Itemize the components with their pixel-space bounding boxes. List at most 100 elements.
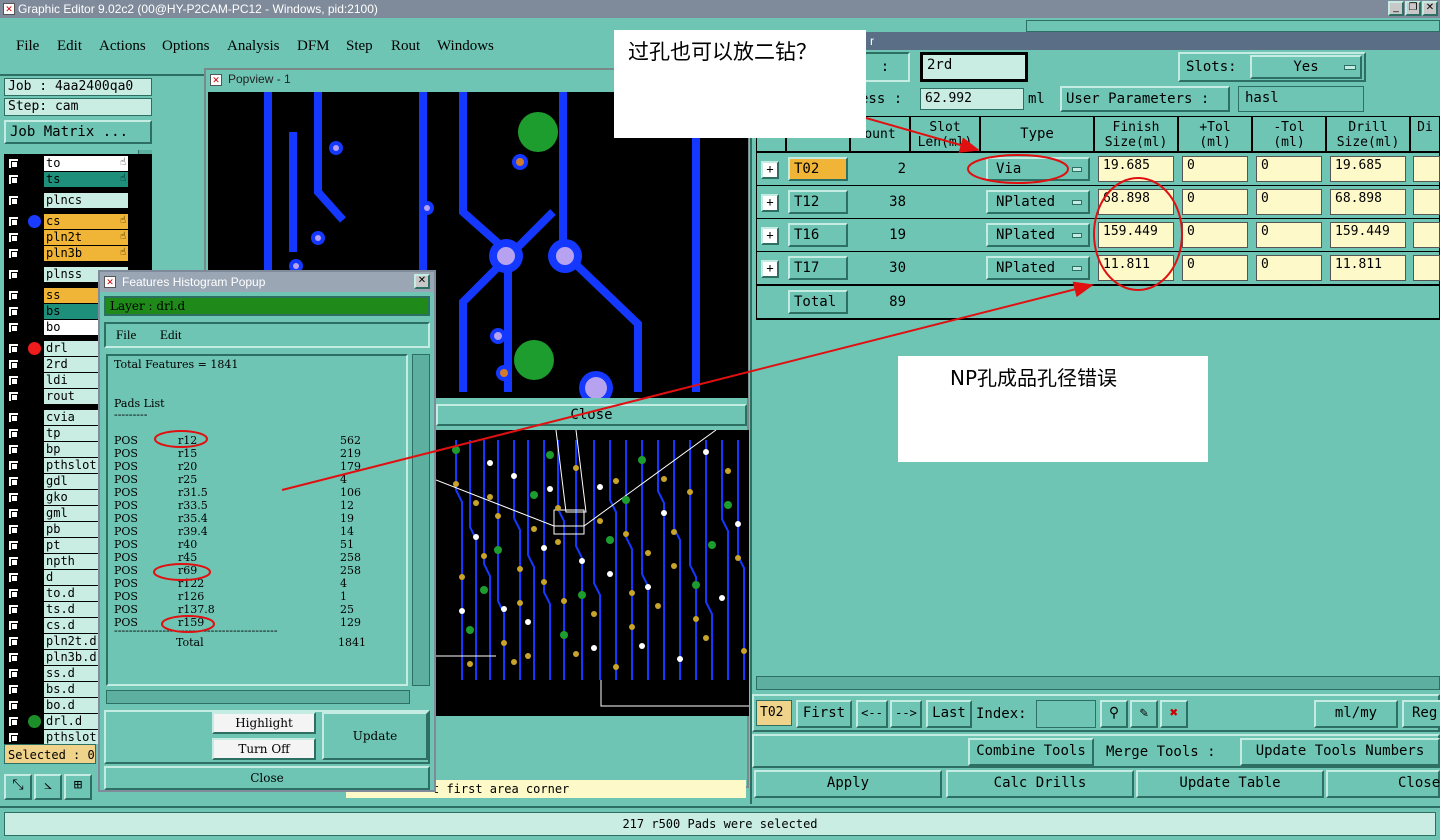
extra-column-input[interactable] [1413, 189, 1440, 215]
menu-dfm[interactable]: DFM [297, 38, 330, 55]
layer-checkbox[interactable] [8, 476, 19, 487]
plus-tol-input[interactable]: 0 [1182, 222, 1248, 248]
layer-name[interactable]: pln2t ☝ [44, 230, 128, 245]
layer-checkbox[interactable] [8, 556, 19, 567]
grid-tool-button[interactable]: ⊞ [64, 774, 92, 800]
layer-checkbox[interactable] [8, 343, 19, 354]
job-matrix-button[interactable]: Job Matrix ... [4, 120, 152, 144]
edit-tool-button[interactable]: ✎ [1130, 700, 1158, 728]
layer-checkbox[interactable] [8, 158, 19, 169]
menu-options[interactable]: Options [162, 38, 210, 55]
row-select-icon[interactable]: + [761, 260, 779, 278]
first-button[interactable]: First [796, 700, 852, 728]
layer-checkbox[interactable] [8, 359, 19, 370]
drill-size-input[interactable]: 11.811 [1330, 255, 1406, 281]
layer-checkbox[interactable] [8, 306, 19, 317]
drill-close-button[interactable]: Close [1326, 770, 1440, 798]
layer-checkbox[interactable] [8, 391, 19, 402]
reg-button[interactable]: Reg [1402, 700, 1440, 728]
layer-row[interactable]: plncs [4, 193, 152, 208]
layer-checkbox[interactable] [8, 636, 19, 647]
finish-size-input[interactable]: 159.449 [1098, 222, 1174, 248]
overview-canvas[interactable] [436, 430, 749, 716]
layer-checkbox[interactable] [8, 290, 19, 301]
layer-row[interactable]: to ☝ [4, 156, 152, 171]
turn-off-button[interactable]: Turn Off [212, 738, 316, 760]
layer-checkbox[interactable] [8, 174, 19, 185]
drill-size-input[interactable]: 68.898 [1330, 189, 1406, 215]
layer-checkbox[interactable] [8, 460, 19, 471]
layer-row[interactable]: pln2t ☝ [4, 230, 152, 245]
highlight-button[interactable]: Highlight [212, 712, 316, 734]
layer-checkbox[interactable] [8, 248, 19, 259]
layer-checkbox[interactable] [8, 524, 19, 535]
menu-file[interactable]: File [16, 38, 39, 55]
minus-tol-input[interactable]: 0 [1256, 189, 1322, 215]
minus-tol-input[interactable]: 0 [1256, 222, 1322, 248]
histogram-horizontal-scrollbar[interactable] [106, 690, 410, 704]
minus-tol-input[interactable]: 0 [1256, 156, 1322, 182]
histogram-text-area[interactable]: Total Features = 1841 Pads List --------… [106, 354, 408, 686]
histogram-close-icon[interactable]: ✕ [414, 274, 430, 289]
finish-size-input[interactable]: 11.811 [1098, 255, 1174, 281]
popview-close-button[interactable]: Close [436, 404, 747, 426]
minus-tol-input[interactable]: 0 [1256, 255, 1322, 281]
next-button[interactable]: --> [890, 700, 922, 728]
menu-windows[interactable]: Windows [437, 38, 494, 55]
layer-name[interactable]: plncs [44, 193, 128, 208]
layer-checkbox[interactable] [8, 232, 19, 243]
layer-checkbox[interactable] [8, 508, 19, 519]
type-dropdown[interactable]: Via [986, 157, 1090, 181]
menu-edit[interactable]: Edit [57, 38, 82, 55]
layer-row[interactable]: pln3b ☝ [4, 246, 152, 261]
layer-row[interactable]: cs ☝ [4, 214, 152, 229]
layer-name[interactable]: pln3b ☝ [44, 246, 128, 261]
measure-tool-button[interactable]: ⦣ [34, 774, 62, 800]
tool-name[interactable]: T17 [788, 256, 848, 280]
layer-checkbox[interactable] [8, 732, 19, 743]
drill-layer-input[interactable]: 2rd [920, 52, 1028, 82]
layer-checkbox[interactable] [8, 620, 19, 631]
calc-drills-button[interactable]: Calc Drills [946, 770, 1134, 798]
slots-dropdown[interactable]: Yes [1250, 55, 1362, 79]
menu-rout[interactable]: Rout [391, 38, 420, 55]
layer-checkbox[interactable] [8, 216, 19, 227]
layer-checkbox[interactable] [8, 322, 19, 333]
type-dropdown[interactable]: NPlated [986, 190, 1090, 214]
layer-name[interactable]: ts ☝ [44, 172, 128, 187]
plus-tol-input[interactable]: 0 [1182, 255, 1248, 281]
combine-tools-button[interactable]: Combine Tools [968, 738, 1094, 766]
layer-checkbox[interactable] [8, 540, 19, 551]
layer-name[interactable]: to ☝ [44, 156, 128, 171]
apply-button[interactable]: Apply [754, 770, 942, 798]
menu-analysis[interactable]: Analysis [227, 38, 280, 55]
zoom-tool-button[interactable]: ⤡ [4, 774, 32, 800]
search-tool-button[interactable]: ⚲ [1100, 700, 1128, 728]
layer-checkbox[interactable] [8, 492, 19, 503]
drill-table-scrollbar[interactable] [756, 676, 1440, 690]
layer-checkbox[interactable] [8, 652, 19, 663]
menu-actions[interactable]: Actions [99, 38, 146, 55]
plus-tol-input[interactable]: 0 [1182, 189, 1248, 215]
layer-checkbox[interactable] [8, 716, 19, 727]
layer-checkbox[interactable] [8, 444, 19, 455]
finish-size-input[interactable]: 19.685 [1098, 156, 1174, 182]
delete-tool-button[interactable]: ✖ [1160, 700, 1188, 728]
layer-checkbox[interactable] [8, 684, 19, 695]
layer-checkbox[interactable] [8, 604, 19, 615]
layer-name[interactable]: cs ☝ [44, 214, 128, 229]
update-table-button[interactable]: Update Table [1136, 770, 1324, 798]
type-dropdown[interactable]: NPlated [986, 256, 1090, 280]
layer-checkbox[interactable] [8, 588, 19, 599]
extra-column-input[interactable] [1413, 255, 1440, 281]
layer-checkbox[interactable] [8, 700, 19, 711]
maximize-button[interactable]: ❐ [1405, 1, 1421, 16]
close-window-button[interactable]: ✕ [1422, 1, 1438, 16]
index-input[interactable] [1036, 700, 1096, 728]
row-select-icon[interactable]: + [761, 227, 779, 245]
menu-step[interactable]: Step [346, 38, 373, 55]
layer-checkbox[interactable] [8, 195, 19, 206]
prev-button[interactable]: <-- [856, 700, 888, 728]
update-button[interactable]: Update [322, 712, 428, 760]
plus-tol-input[interactable]: 0 [1182, 156, 1248, 182]
